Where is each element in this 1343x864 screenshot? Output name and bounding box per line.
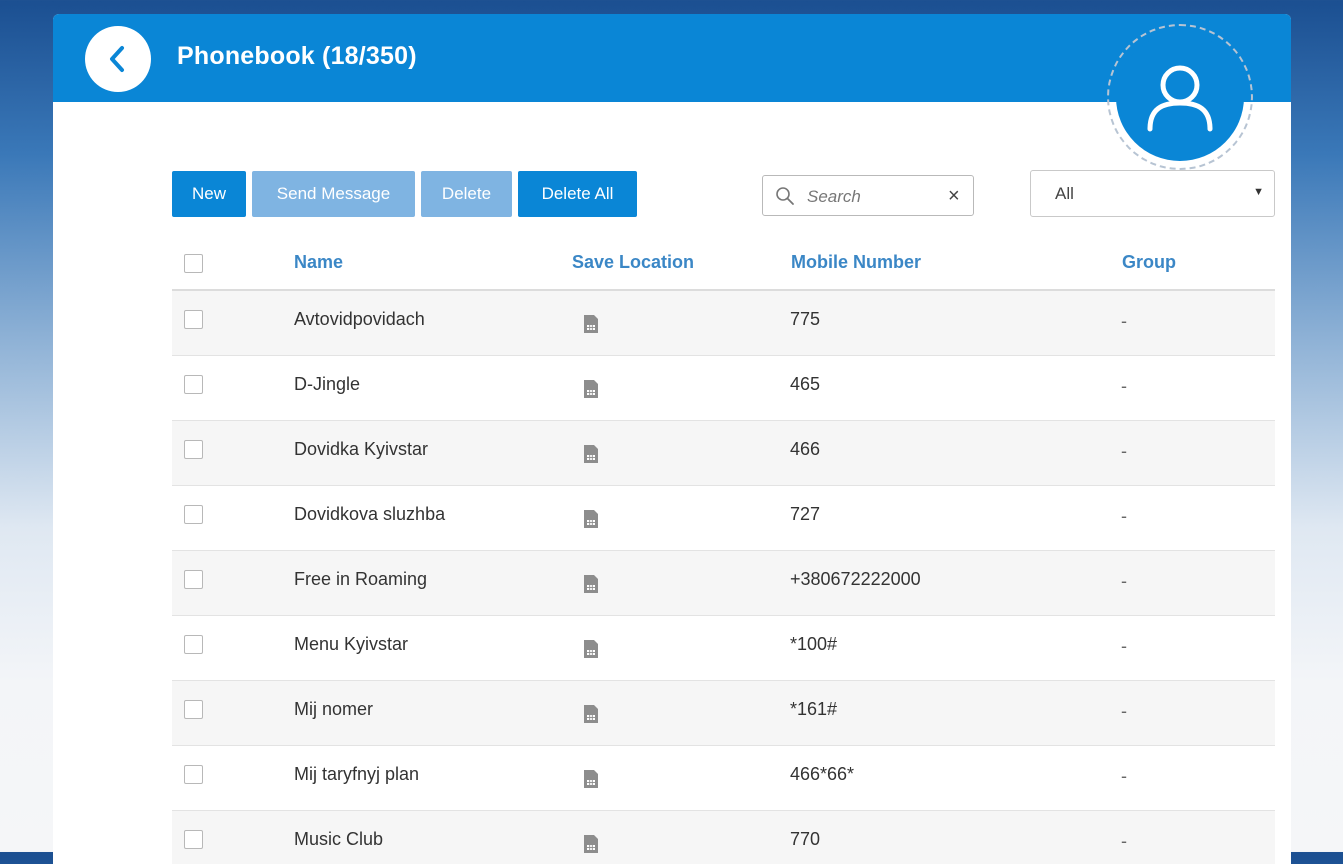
mobile-number: *161#	[790, 699, 838, 719]
chevron-left-icon	[110, 46, 124, 72]
column-header-group[interactable]: Group	[1122, 252, 1176, 273]
table-row[interactable]: Dovidka Kyivstar 466 -	[172, 421, 1275, 486]
table-row[interactable]: D-Jingle 465 -	[172, 356, 1275, 421]
phonebook-panel: Phonebook (18/350) New Send Message Dele…	[53, 14, 1291, 864]
sim-card-icon	[583, 379, 599, 404]
page-title: Phonebook (18/350)	[177, 42, 417, 70]
delete-all-button[interactable]: Delete All	[518, 171, 637, 217]
group-value: -	[1121, 636, 1127, 656]
contact-name: Music Club	[294, 829, 384, 849]
table-row[interactable]: Mij taryfnyj plan 466*66* -	[172, 746, 1275, 811]
contact-name: Menu Kyivstar	[294, 634, 409, 654]
sim-card-icon	[583, 704, 599, 729]
contact-name: Avtovidpovidach	[294, 309, 425, 329]
mobile-number: +380672222000	[790, 569, 921, 589]
mobile-number: *100#	[790, 634, 838, 654]
mobile-number: 770	[790, 829, 821, 849]
sim-card-icon	[583, 509, 599, 534]
table-row[interactable]: Dovidkova sluzhba 727 -	[172, 486, 1275, 551]
table-header: Name Save Location Mobile Number Group	[172, 238, 1275, 291]
back-button[interactable]	[85, 26, 151, 92]
header-bar: Phonebook (18/350)	[53, 14, 1291, 102]
column-header-name[interactable]: Name	[294, 252, 343, 273]
mobile-number: 465	[790, 374, 821, 394]
sim-card-icon	[583, 834, 599, 859]
sim-card-icon	[583, 444, 599, 469]
contact-name: D-Jingle	[294, 374, 361, 394]
search-box: ×	[762, 175, 974, 216]
row-checkbox[interactable]	[184, 635, 203, 654]
row-checkbox[interactable]	[184, 375, 203, 394]
row-checkbox[interactable]	[184, 830, 203, 849]
select-all-checkbox[interactable]	[184, 254, 203, 273]
table-row[interactable]: Music Club 770 -	[172, 811, 1275, 864]
row-checkbox[interactable]	[184, 570, 203, 589]
contact-name: Free in Roaming	[294, 569, 428, 589]
group-value: -	[1121, 766, 1127, 786]
send-message-button[interactable]: Send Message	[252, 171, 415, 217]
mobile-number: 775	[790, 309, 821, 329]
row-checkbox[interactable]	[184, 310, 203, 329]
row-checkbox[interactable]	[184, 700, 203, 719]
table-body: Avtovidpovidach 775- D-Jingle 465- Dovidka K…	[172, 291, 1275, 864]
search-icon	[776, 187, 794, 205]
group-value: -	[1121, 831, 1127, 851]
row-checkbox[interactable]	[184, 765, 203, 784]
contact-name: Mij nomer	[294, 699, 374, 719]
sim-card-icon	[583, 769, 599, 794]
mobile-number: 466*66*	[790, 764, 855, 784]
sim-card-icon	[583, 574, 599, 599]
row-checkbox[interactable]	[184, 505, 203, 524]
search-input[interactable]	[805, 184, 939, 210]
sim-card-icon	[583, 314, 599, 339]
group-value: -	[1121, 376, 1127, 396]
clear-search-icon[interactable]: ×	[948, 184, 960, 208]
group-value: -	[1121, 441, 1127, 461]
contact-name: Mij taryfnyj plan	[294, 764, 420, 784]
caret-down-icon: ▼	[1253, 186, 1264, 198]
avatar[interactable]	[1116, 33, 1244, 161]
user-icon	[1147, 65, 1213, 132]
group-filter-value: All	[1055, 184, 1074, 203]
row-checkbox[interactable]	[184, 440, 203, 459]
contacts-table: Name Save Location Mobile Number Group A…	[172, 238, 1275, 864]
table-row[interactable]: Free in Roaming +380672222000 -	[172, 551, 1275, 616]
column-header-save-location[interactable]: Save Location	[572, 252, 694, 273]
contact-name: Dovidkova sluzhba	[294, 504, 446, 524]
column-header-mobile-number[interactable]: Mobile Number	[791, 252, 921, 273]
sim-card-icon	[583, 639, 599, 664]
group-value: -	[1121, 701, 1127, 721]
group-filter-select[interactable]: All ▼	[1030, 170, 1275, 217]
mobile-number: 466	[790, 439, 821, 459]
table-row[interactable]: Avtovidpovidach 775 -	[172, 291, 1275, 356]
group-value: -	[1121, 506, 1127, 526]
delete-button[interactable]: Delete	[421, 171, 512, 217]
new-button[interactable]: New	[172, 171, 246, 217]
mobile-number: 727	[790, 504, 821, 524]
contact-name: Dovidka Kyivstar	[294, 439, 429, 459]
table-row[interactable]: Mij nomer *161# -	[172, 681, 1275, 746]
table-row[interactable]: Menu Kyivstar *100# -	[172, 616, 1275, 681]
group-value: -	[1121, 571, 1127, 591]
group-value: -	[1121, 311, 1127, 331]
